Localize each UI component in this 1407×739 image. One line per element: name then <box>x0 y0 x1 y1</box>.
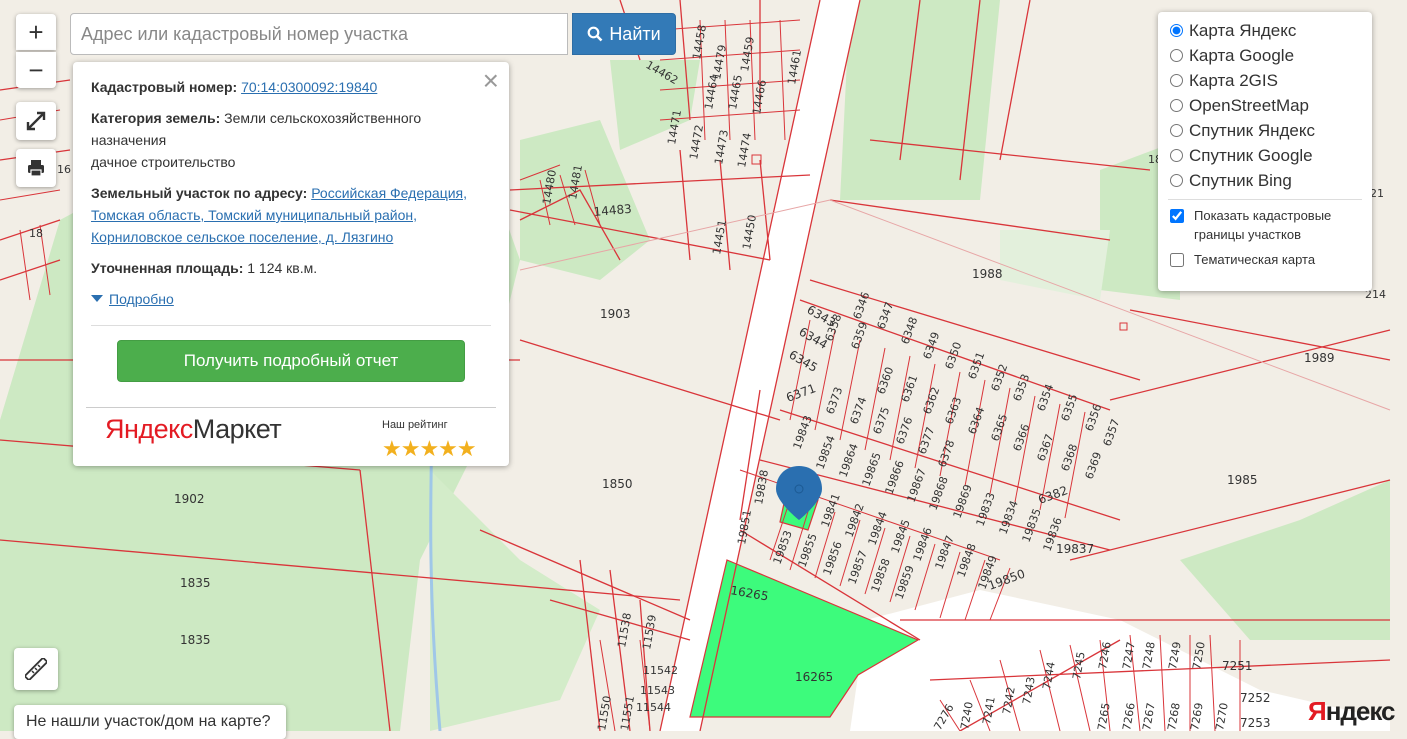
layer-option[interactable]: OpenStreetMap <box>1168 93 1362 118</box>
layer-option[interactable]: Карта 2GIS <box>1168 68 1362 93</box>
zoom-in-label: + <box>28 16 44 47</box>
layer-option-label: Карта 2GIS <box>1189 70 1278 90</box>
search-icon <box>587 26 603 42</box>
layer-option[interactable]: Спутник Яндекс <box>1168 118 1362 143</box>
svg-text:7253: 7253 <box>1240 716 1271 730</box>
layer-option-label: Спутник Bing <box>1189 170 1292 190</box>
thematic-map-checkbox[interactable] <box>1170 253 1184 267</box>
layer-option[interactable]: Карта Google <box>1168 43 1362 68</box>
svg-text:7251: 7251 <box>1222 659 1253 673</box>
address-label: Земельный участок по адресу: <box>91 185 308 201</box>
fullscreen-button[interactable] <box>16 102 56 140</box>
divider <box>1168 199 1362 200</box>
svg-text:11544: 11544 <box>636 701 671 714</box>
layer-radio[interactable] <box>1170 149 1183 162</box>
svg-text:11542: 11542 <box>643 664 678 677</box>
layer-option[interactable]: Спутник Bing <box>1168 168 1362 193</box>
get-report-button[interactable]: Получить подробный отчет <box>117 340 465 382</box>
caret-down-icon <box>91 295 103 302</box>
layer-option-label: Карта Google <box>1189 45 1295 65</box>
svg-text:1985: 1985 <box>1227 473 1258 487</box>
cadastral-number-link[interactable]: 70:14:0300092:19840 <box>241 79 377 95</box>
parcel-info-popup: × Кадастровый номер: 70:14:0300092:19840… <box>73 62 509 466</box>
show-cadastral-label: Показать кадастровые границы участков <box>1194 208 1332 242</box>
search-button[interactable]: Найти <box>572 13 676 55</box>
layer-options: Карта Яндекс Карта Google Карта 2GIS OpenSt… <box>1168 18 1362 193</box>
printer-icon <box>28 160 44 177</box>
svg-text:16: 16 <box>57 163 71 176</box>
yandex-market-logo-ya: Яндекс <box>105 414 193 444</box>
layer-radio[interactable] <box>1170 49 1183 62</box>
layer-radio[interactable] <box>1170 24 1183 37</box>
svg-text:18: 18 <box>29 227 43 240</box>
yandex-market-logo[interactable]: ЯндексМаркет <box>105 416 282 443</box>
yandex-logo: Яндекс <box>1308 696 1395 727</box>
area-row: Уточненная площадь: 1 124 кв.м. <box>91 257 491 279</box>
ruler-icon <box>25 658 47 680</box>
svg-text:1835: 1835 <box>180 576 211 590</box>
close-icon[interactable]: × <box>483 64 499 98</box>
layer-radio[interactable] <box>1170 124 1183 137</box>
svg-text:11543: 11543 <box>640 684 675 697</box>
zoom-out-button[interactable]: − <box>16 52 56 88</box>
svg-text:1903: 1903 <box>600 307 631 321</box>
layer-radio[interactable] <box>1170 99 1183 112</box>
print-button[interactable] <box>16 149 56 187</box>
svg-text:16265: 16265 <box>795 670 833 684</box>
search-button-label: Найти <box>609 23 661 44</box>
cadastral-label: Кадастровый номер: <box>91 79 238 95</box>
layer-option[interactable]: Карта Яндекс <box>1168 18 1362 43</box>
svg-text:1989: 1989 <box>1304 351 1335 365</box>
layer-option-label: Спутник Google <box>1189 145 1313 165</box>
show-cadastral-checkbox[interactable] <box>1170 209 1184 223</box>
zoom-out-label: − <box>28 54 44 85</box>
yandex-logo-rest: ндекс <box>1325 696 1396 726</box>
layer-radio[interactable] <box>1170 174 1183 187</box>
expand-icon <box>26 111 46 131</box>
svg-text:1988: 1988 <box>972 267 1003 281</box>
details-link[interactable]: Подробно <box>109 288 174 310</box>
category-label: Категория земель: <box>91 110 221 126</box>
details-toggle[interactable]: Подробно <box>91 288 491 310</box>
divider <box>91 325 491 326</box>
svg-text:7252: 7252 <box>1240 691 1271 705</box>
map-layers-panel: Карта Яндекс Карта Google Карта 2GIS OpenSt… <box>1158 12 1372 291</box>
rating-label: Наш рейтинг <box>382 419 448 431</box>
rating-stars: ★★★★★ <box>382 436 477 461</box>
svg-text:1850: 1850 <box>602 477 633 491</box>
category-row: Категория земель: Земли сельскохозяйстве… <box>91 107 491 173</box>
yandex-market-logo-market: Маркет <box>192 414 282 444</box>
svg-text:1835: 1835 <box>180 633 211 647</box>
layer-option-label: Спутник Яндекс <box>1189 120 1315 140</box>
cadastral-row: Кадастровый номер: 70:14:0300092:19840 <box>91 76 491 98</box>
svg-text:19837: 19837 <box>1056 542 1094 556</box>
rating-block[interactable]: Наш рейтинг ★★★★★ <box>382 414 477 462</box>
svg-text:1902: 1902 <box>174 492 205 506</box>
layer-option-label: OpenStreetMap <box>1189 95 1310 115</box>
layer-option-label: Карта Яндекс <box>1189 20 1297 40</box>
divider <box>86 407 496 408</box>
ruler-button[interactable] <box>14 648 58 690</box>
area-value: 1 124 кв.м. <box>247 260 318 276</box>
thematic-map-label: Тематическая карта <box>1194 252 1316 267</box>
show-cadastral-checkbox-row[interactable]: Показать кадастровые границы участков <box>1168 206 1362 244</box>
svg-text:21: 21 <box>1370 187 1384 200</box>
area-label: Уточненная площадь: <box>91 260 244 276</box>
zoom-in-button[interactable]: + <box>16 14 56 50</box>
search-input[interactable] <box>70 13 568 55</box>
not-found-button[interactable]: Не нашли участок/дом на карте? <box>14 705 286 739</box>
layer-option[interactable]: Спутник Google <box>1168 143 1362 168</box>
thematic-map-checkbox-row[interactable]: Тематическая карта <box>1168 250 1362 269</box>
address-row: Земельный участок по адресу: Российская … <box>91 182 491 248</box>
yandex-logo-y: Я <box>1308 696 1327 726</box>
layer-radio[interactable] <box>1170 74 1183 87</box>
category-use: дачное строительство <box>91 154 236 170</box>
